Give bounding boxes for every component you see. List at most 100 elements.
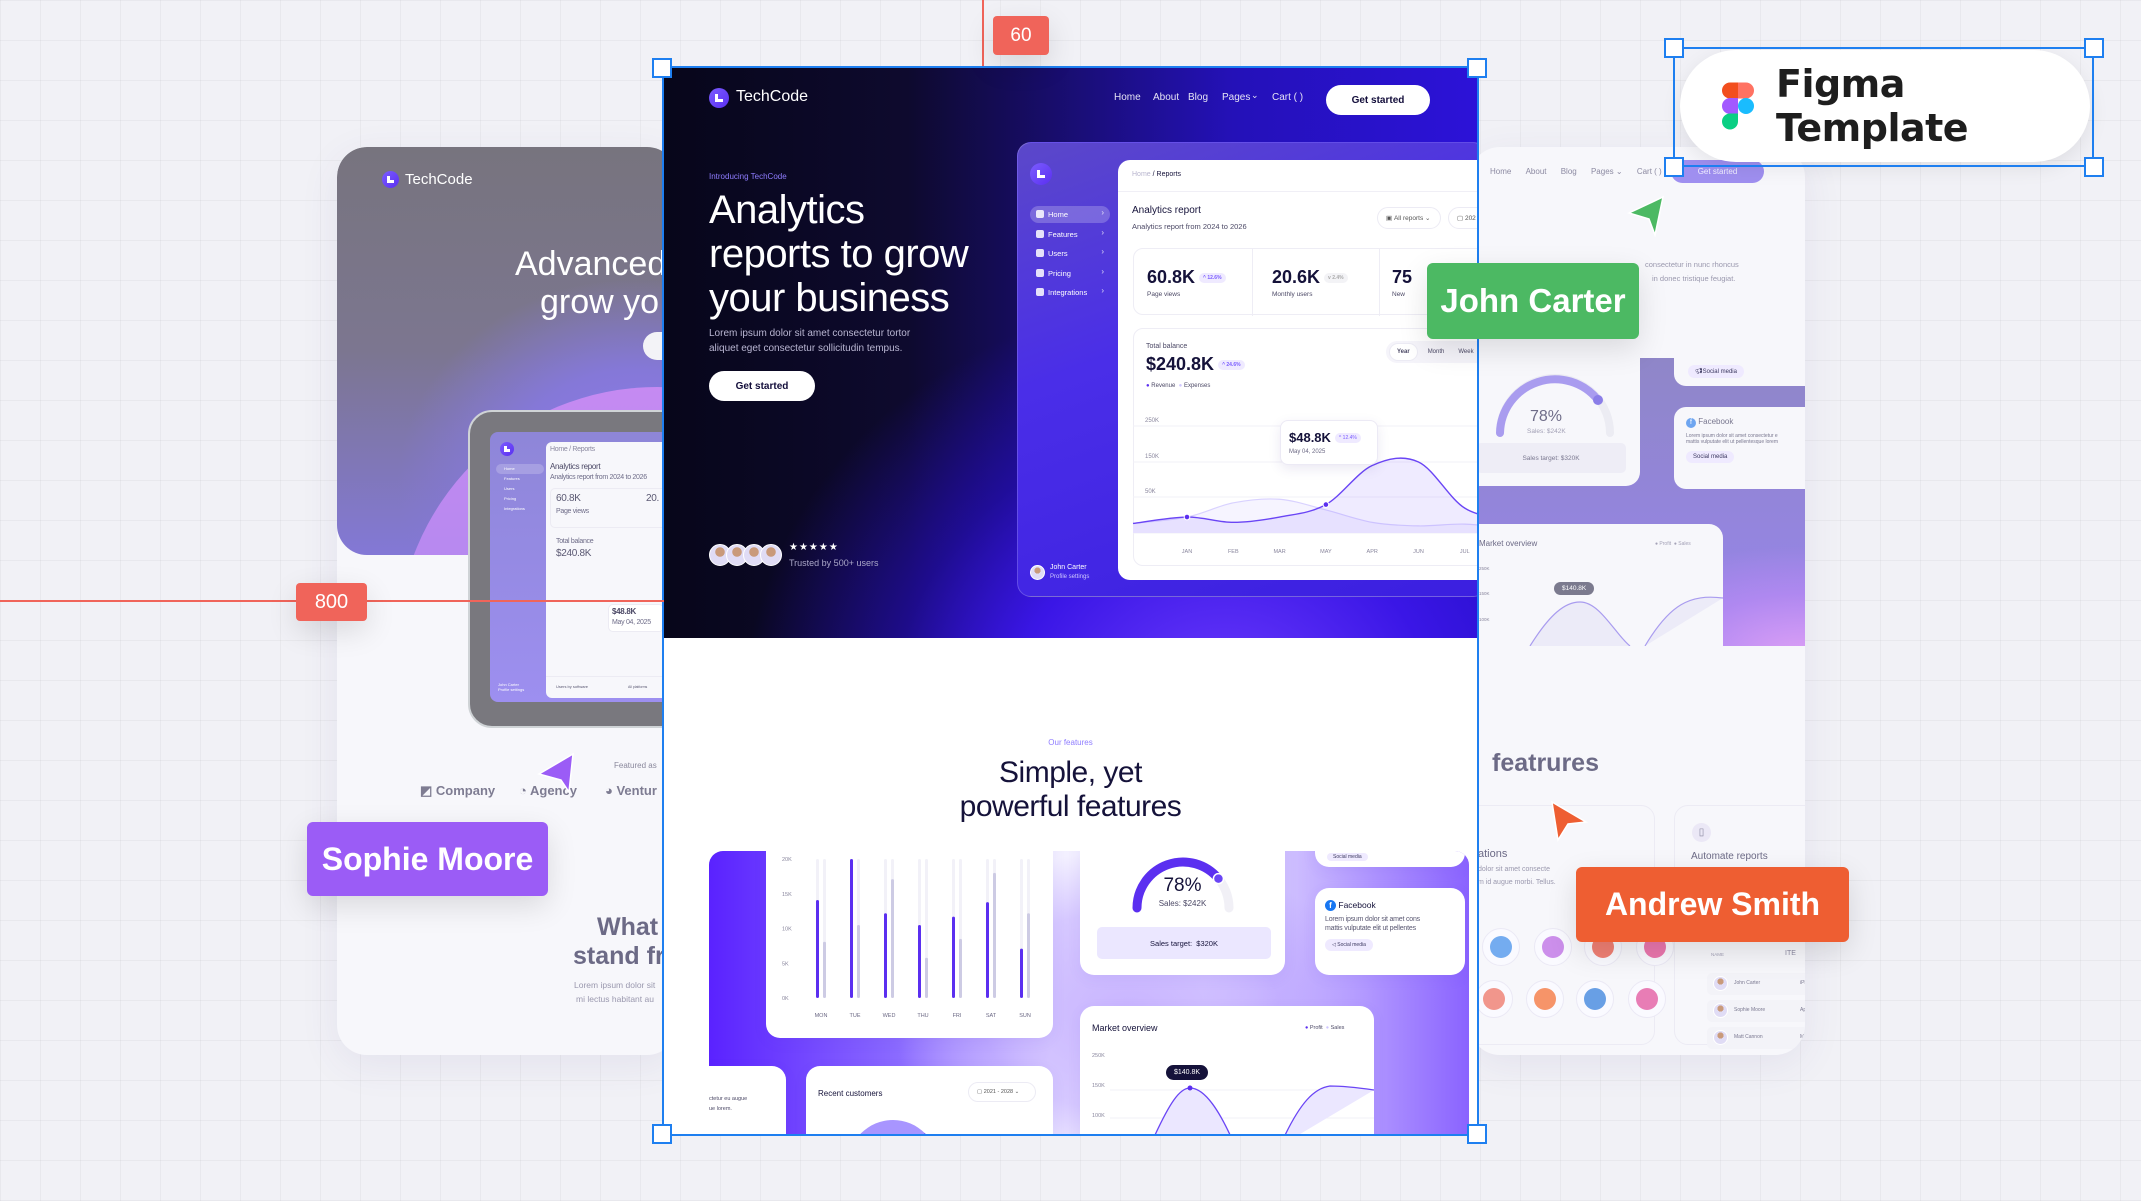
megaphone-icon: 📢︎ — [1695, 369, 1703, 375]
integration-icon[interactable] — [1628, 980, 1666, 1018]
brand-logo-icon — [709, 88, 729, 108]
integration-icon[interactable] — [1534, 928, 1572, 966]
social-chip-label-2: Social media — [1693, 454, 1728, 460]
left-brand: TechCode — [405, 171, 473, 188]
badge-handle-br[interactable] — [2084, 157, 2104, 177]
gauge-value: 78% — [1163, 875, 1202, 896]
right-nav-blog[interactable]: Blog — [1561, 167, 1577, 176]
social-media-chip-2[interactable]: Social media — [1686, 451, 1735, 463]
tablet-title: Analytics report — [550, 462, 601, 471]
right-features-heading: featrures — [1492, 749, 1599, 777]
nav-cart[interactable]: Cart ( ) — [1272, 92, 1303, 103]
nav-about[interactable]: About — [1153, 92, 1179, 103]
right-nav-pages[interactable]: Pages — [1591, 167, 1614, 176]
selected-main-frame[interactable]: TechCode Home About Blog Pages ⌄ Cart ( … — [662, 66, 1479, 1136]
bar-secondary-sun[interactable] — [1027, 913, 1030, 998]
revenue-area — [1133, 458, 1477, 533]
chevron-down-icon: ⌄ — [1013, 1089, 1020, 1095]
bar-secondary-sat[interactable] — [993, 872, 996, 998]
right-facebook-title: Facebook — [1698, 417, 1734, 426]
bar-secondary-thu[interactable] — [925, 957, 928, 998]
social-media-chip[interactable]: 📢︎ Social media — [1688, 365, 1744, 378]
integration-icon[interactable] — [1526, 980, 1564, 1018]
integration-icon[interactable] — [1576, 980, 1614, 1018]
badge-handle-tr[interactable] — [2084, 38, 2104, 58]
cursor-arrow-icon — [1551, 800, 1589, 842]
hero-paragraph: Lorem ipsum dolor sit amet consectetur t… — [709, 326, 910, 356]
social-media-chip[interactable]: Social media — [1327, 853, 1368, 861]
sidebar-item-label: Home — [1048, 210, 1069, 219]
resize-handle-top-right[interactable] — [1467, 58, 1487, 78]
hero-eyebrow: Introducing TechCode — [709, 172, 787, 181]
sidebar-user-name: John Carter — [1050, 564, 1087, 571]
right-text-1: consectetur in nunc rhoncus — [1645, 260, 1739, 269]
sidebar-item-features[interactable]: Features › — [1030, 226, 1110, 243]
cursor-label-sophie-moore: Sophie Moore — [307, 822, 548, 896]
sidebar-item-home[interactable]: Home › — [1030, 206, 1110, 223]
sidebar-item-pricing[interactable]: Pricing › — [1030, 265, 1110, 282]
sidebar-item-label: Features — [1048, 229, 1078, 239]
chevron-right-icon: › — [1101, 247, 1104, 256]
sidebar-item-users[interactable]: Users › — [1030, 245, 1110, 262]
bar-primary-sun[interactable] — [1020, 948, 1023, 998]
chevron-right-icon: › — [1101, 266, 1104, 276]
bar-primary-tue[interactable] — [850, 859, 853, 998]
users-icon — [1036, 249, 1044, 257]
agency-logo-icon: ◔ — [519, 783, 530, 798]
resize-handle-bottom-right[interactable] — [1467, 1124, 1487, 1144]
badge-handle-bl[interactable] — [1664, 157, 1684, 177]
badge-handle-tl[interactable] — [1664, 38, 1684, 58]
table-row[interactable]: John Carter iPh — [1707, 973, 1805, 995]
user-avatar — [1030, 565, 1045, 580]
right-facebook-text-2: mattis vulputate elit ut pellentesque lo… — [1686, 439, 1778, 445]
chevron-down-icon: ⌄ — [1251, 90, 1259, 100]
nav-pages[interactable]: Pages — [1222, 92, 1250, 103]
right-nav-cart[interactable]: Cart ( ) — [1637, 167, 1662, 176]
resize-handle-top-left[interactable] — [652, 58, 672, 78]
brand-name: TechCode — [736, 88, 809, 105]
x-tick-label: WED — [883, 1013, 896, 1019]
x-tick-label: MAR — [1273, 549, 1285, 555]
gauge-sales: Sales: $242K — [1158, 899, 1207, 908]
hero-get-started-button[interactable]: Get started — [709, 371, 815, 401]
customer-avatar — [1713, 1003, 1728, 1018]
bar-secondary-wed[interactable] — [891, 879, 894, 998]
tablet-nav-home: Home — [496, 464, 544, 474]
integration-icon[interactable] — [1482, 928, 1520, 966]
sidebar-item-integrations[interactable]: Integrations › — [1030, 284, 1110, 301]
table-row[interactable]: Matt Cannon Ma — [1707, 1027, 1805, 1049]
cursor-arrow-icon — [1627, 195, 1665, 237]
customer-name: John Carter — [1734, 980, 1761, 986]
featured-as-label: Featured as — [614, 761, 657, 770]
bar-secondary-mon[interactable] — [823, 941, 826, 998]
data-point[interactable] — [1183, 513, 1191, 521]
sidebar-item-label: Integrations — [1048, 288, 1088, 297]
nav-get-started-button[interactable]: Get started — [1326, 85, 1430, 115]
customer-avatar — [1713, 1030, 1728, 1045]
left-section-title-1: What — [597, 913, 659, 941]
bar-primary-sat[interactable] — [986, 902, 989, 998]
integration-icon[interactable] — [1475, 980, 1513, 1018]
facebook-text-2: mattis vulputate elit ut pellentes — [1325, 925, 1416, 932]
x-tick-label: JAN — [1182, 549, 1192, 555]
right-nav-home[interactable]: Home — [1490, 167, 1511, 176]
nav-home[interactable]: Home — [1114, 92, 1141, 103]
headline-line-1: Analytics — [709, 188, 865, 232]
bar-secondary-fri[interactable] — [959, 938, 962, 998]
bar-primary-thu[interactable] — [918, 925, 921, 998]
bar-primary-wed[interactable] — [884, 913, 887, 998]
bar-primary-fri[interactable] — [952, 916, 955, 998]
x-tick-label: FEB — [1228, 549, 1239, 555]
sidebar-user-sub: Profile settings — [1050, 574, 1090, 580]
calendar-icon: ▢ — [977, 1089, 984, 1095]
bar-primary-mon[interactable] — [816, 900, 819, 998]
data-point[interactable] — [1322, 501, 1330, 508]
recent-range-dropdown[interactable]: ▢ 2021 - 2028 ⌄ — [968, 1082, 1036, 1102]
facebook-social-chip[interactable]: ◁ Social media — [1325, 939, 1373, 951]
table-row[interactable]: Sophie Moore App — [1707, 1000, 1805, 1022]
bar-secondary-tue[interactable] — [857, 925, 860, 998]
legend-profit: Profit — [1659, 541, 1672, 547]
resize-handle-bottom-left[interactable] — [652, 1124, 672, 1144]
nav-blog[interactable]: Blog — [1188, 92, 1208, 103]
right-nav-about[interactable]: About — [1526, 167, 1547, 176]
